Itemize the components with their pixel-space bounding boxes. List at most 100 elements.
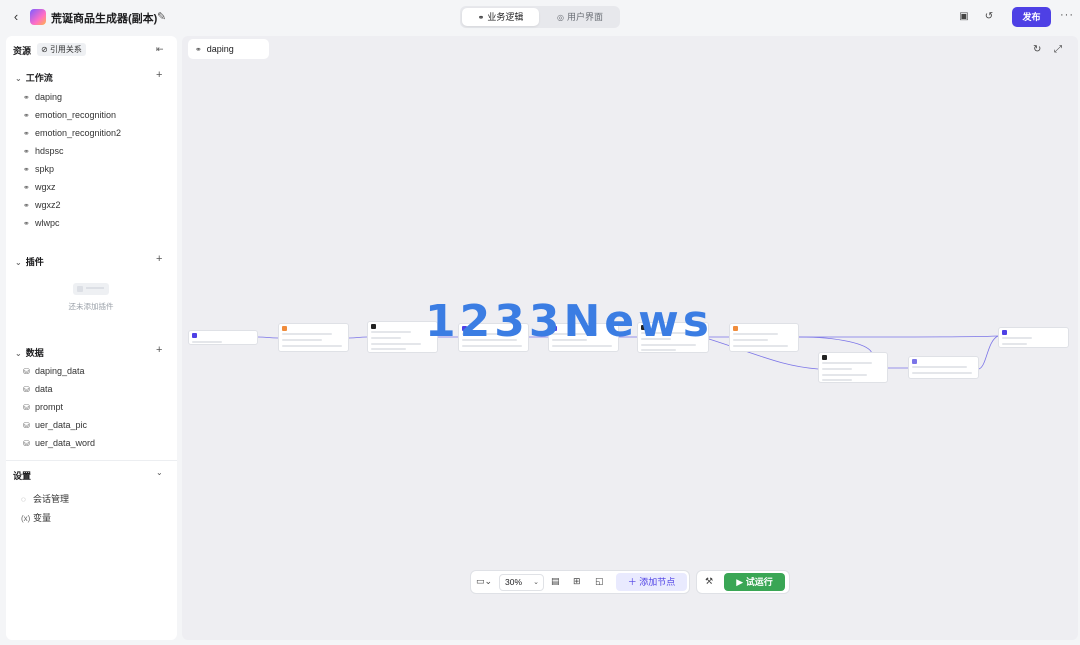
node-header [282, 326, 289, 332]
node-header [192, 333, 199, 339]
tab-user-interface[interactable]: ◎ 用户界面 [542, 8, 618, 26]
test-run-button[interactable]: ▶ 试运行 [724, 573, 785, 591]
sidebar-item-workflow[interactable]: ⚭ daping [23, 92, 62, 102]
workflow-node[interactable] [908, 356, 979, 379]
node-line [912, 366, 967, 368]
item-label: wgxz2 [35, 200, 61, 210]
sidebar-item-workflow[interactable]: ⚭ emotion_recognition [23, 110, 116, 120]
workflow-icon: ⚭ [23, 111, 30, 120]
plugins-empty-state: 还未添加插件 [66, 283, 116, 312]
edit-icon[interactable]: ✎ [157, 10, 166, 23]
node-line [282, 345, 342, 347]
sidebar-item-session-management[interactable]: ◌ 会话管理 [21, 492, 69, 505]
sidebar-item-data[interactable]: ⛁ daping_data [23, 366, 85, 376]
workflow-icon: ⚭ [23, 201, 30, 210]
workflow-icon: ⚭ [23, 219, 30, 228]
sidebar-item-workflow[interactable]: ⚭ wlwpc [23, 218, 60, 228]
section-plugins[interactable]: ⌄ 插件 [15, 255, 44, 268]
test-run-label: 试运行 [745, 577, 773, 587]
tab-label: 用户界面 [566, 12, 603, 22]
top-bar: ‹ 荒诞商品生成器(副本) ✎ ⚭ 业务逻辑 ◎ 用户界面 ▣ ↺ 发布 ··· [0, 0, 1080, 34]
layout-icon[interactable]: ⊞ [573, 576, 581, 587]
workflow-icon: ⚭ [23, 93, 30, 102]
add-workflow-button[interactable]: + [156, 69, 162, 81]
sidebar: 资源 ⊘ 引用关系 ⇤ ⌄ 工作流 + ⚭ daping ⚭ emotion_reco… [6, 36, 177, 640]
add-plugin-button[interactable]: + [156, 253, 162, 265]
section-title: 设置 [13, 471, 32, 481]
add-node-label: 添加节点 [639, 577, 676, 587]
item-label: daping [35, 92, 63, 102]
link-icon: ⊘ [41, 45, 50, 54]
sidebar-item-data[interactable]: ⛁ data [23, 384, 53, 394]
node-header [1002, 330, 1009, 336]
node-icon [912, 359, 917, 365]
section-workflows[interactable]: ⌄ 工作流 [15, 71, 53, 84]
workflow-node[interactable] [818, 352, 888, 383]
item-label: hdspsc [35, 146, 64, 156]
section-title: 数据 [25, 348, 44, 358]
chevron-down-icon: ⌄ [15, 258, 22, 267]
sidebar-item-workflow[interactable]: ⚭ wgxz2 [23, 200, 61, 210]
node-header [733, 326, 740, 332]
sidebar-item-data[interactable]: ⛁ uer_data_word [23, 438, 95, 448]
comment-icon[interactable]: ▤ [551, 576, 560, 587]
sidebar-item-variables[interactable]: (x) 变量 [21, 511, 51, 524]
collapse-sidebar-icon[interactable]: ⇤ [156, 44, 164, 55]
node-header [912, 359, 919, 365]
fit-view-icon[interactable]: ◱ [595, 576, 604, 587]
tab-resources[interactable]: 资源 [13, 44, 31, 57]
chevron-down-icon[interactable]: ⌄ [156, 468, 163, 477]
item-label: 会话管理 [33, 494, 70, 504]
run-toolbar: ⚒ ▶ 试运行 [696, 570, 790, 594]
publish-button[interactable]: 发布 [1012, 7, 1051, 27]
sidebar-item-workflow[interactable]: ⚭ hdspsc [23, 146, 64, 156]
back-icon[interactable]: ‹ [9, 9, 23, 25]
database-icon: ⛁ [23, 403, 30, 412]
section-data[interactable]: ⌄ 数据 [15, 346, 44, 359]
node-line [192, 341, 222, 343]
workflow-canvas[interactable]: ⚭ daping ↻ ⤢ 1233News [182, 36, 1078, 640]
item-label: data [35, 384, 53, 394]
section-settings[interactable]: 设置 [13, 469, 31, 482]
tab-business-logic[interactable]: ⚭ 业务逻辑 [462, 8, 539, 26]
item-label: 变量 [33, 513, 52, 523]
minimap-icon[interactable]: ▭⌄ [476, 576, 492, 587]
item-label: wgxz [35, 182, 56, 192]
workflow-node-end[interactable] [998, 327, 1069, 348]
add-data-button[interactable]: + [156, 344, 162, 356]
zoom-select[interactable]: 30% ⌄ [499, 574, 544, 591]
history-icon[interactable]: ↺ [983, 11, 995, 23]
sidebar-item-data[interactable]: ⛁ prompt [23, 402, 63, 412]
sidebar-item-workflow[interactable]: ⚭ wgxz [23, 182, 56, 192]
node-line [912, 372, 972, 374]
screenshot-icon[interactable]: ▣ [958, 11, 970, 23]
node-icon [192, 333, 197, 339]
node-line [822, 368, 852, 370]
tab-references[interactable]: ⊘ 引用关系 [37, 43, 86, 56]
variable-icon: (x) [21, 514, 31, 523]
zoom-value: 30% [505, 577, 523, 587]
empty-placeholder-icon [73, 283, 109, 295]
node-line [733, 345, 788, 347]
sidebar-item-workflow[interactable]: ⚭ emotion_recognition2 [23, 128, 121, 138]
edge [348, 336, 368, 339]
workflow-node[interactable] [278, 323, 349, 352]
workflow-node[interactable] [729, 323, 799, 352]
item-label: wlwpc [35, 218, 60, 228]
sidebar-item-data[interactable]: ⛁ uer_data_pic [23, 420, 87, 430]
item-label: emotion_recognition [35, 110, 117, 120]
app-title: 荒诞商品生成器(副本) [51, 13, 158, 25]
divider [6, 460, 177, 461]
node-line [1002, 343, 1027, 345]
watermark: 1233News [425, 296, 713, 347]
workflow-icon: ⚭ [23, 183, 30, 192]
database-icon: ⛁ [23, 439, 30, 448]
debug-icon[interactable]: ⚒ [705, 576, 713, 587]
node-line [1002, 337, 1032, 339]
tab-references-label: 引用关系 [49, 45, 82, 54]
section-title: 插件 [25, 257, 44, 267]
sidebar-item-workflow[interactable]: ⚭ spkp [23, 164, 54, 174]
more-icon[interactable]: ··· [1060, 9, 1074, 21]
add-node-button[interactable]: ＋ 添加节点 [616, 573, 687, 591]
workflow-node-start[interactable] [188, 330, 258, 345]
